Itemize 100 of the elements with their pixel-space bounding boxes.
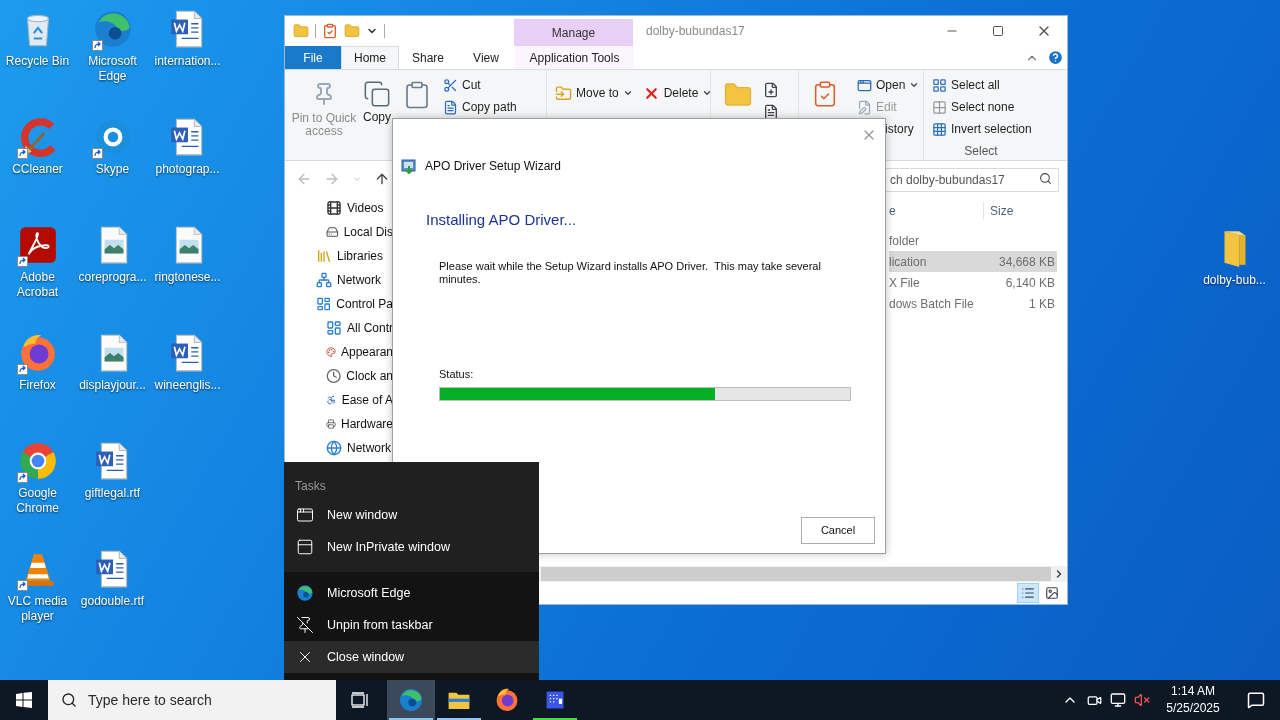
desktop-icon-label[interactable]: dolby-bub...	[1197, 273, 1272, 288]
clock-icon	[326, 368, 342, 384]
network-icon[interactable]	[1110, 692, 1126, 708]
nav-item[interactable]: All Contr	[347, 319, 393, 337]
hard-drive-icon	[326, 224, 339, 240]
control-panel-icon	[326, 320, 342, 336]
desktop-icon-label[interactable]: giftlegal.rtf	[75, 486, 150, 501]
window-icon	[296, 506, 314, 524]
wave-logo-icon	[296, 584, 314, 602]
column-header[interactable]: Size	[984, 202, 1014, 220]
table-cell-text: folder	[889, 232, 921, 250]
taskbar-app[interactable]	[387, 680, 435, 720]
group-label: Select	[963, 143, 999, 160]
file-row[interactable]: X File 6,140 KB	[889, 272, 1057, 293]
nav-item[interactable]: Libraries	[337, 247, 384, 265]
table-cell-text: 6,140 KB	[1004, 274, 1056, 292]
ribbon-command[interactable]: Select all	[930, 74, 1044, 96]
table-cell-text: X File	[889, 274, 921, 292]
open-icon	[857, 77, 872, 93]
section-header: Tasks	[294, 478, 327, 494]
copy-icon	[363, 80, 391, 108]
edit-icon	[857, 99, 872, 115]
wave-logo-icon	[398, 687, 424, 713]
menu-item[interactable]: Microsoft Edge	[284, 577, 539, 609]
cancel-button[interactable]: Cancel	[801, 517, 875, 544]
running-indicator	[533, 718, 577, 720]
ribbon-command[interactable]: Delete	[640, 82, 715, 104]
film-icon	[326, 200, 342, 216]
table-cell-text: 1 KB	[1028, 295, 1056, 313]
nav-item[interactable]: Network	[347, 439, 391, 457]
nav-item[interactable]: Local Dis	[343, 223, 393, 241]
control-panel-icon	[316, 296, 332, 312]
clock[interactable]: 1:14 AM 5/25/2025	[1154, 683, 1232, 717]
context-tab-header: Manage	[514, 19, 633, 46]
scissors-icon	[443, 77, 458, 93]
private-window-icon	[296, 538, 314, 556]
nav-item[interactable]: Network	[337, 271, 381, 289]
image-icon	[1045, 586, 1059, 600]
ribbon-command[interactable]: istory	[883, 118, 916, 140]
desktop-icon-label[interactable]: displayjour...	[75, 378, 150, 393]
help-icon[interactable]	[1047, 49, 1064, 66]
table-cell-text: 34,668 KB	[997, 253, 1056, 271]
properties-icon[interactable]	[322, 23, 338, 39]
new-item-icon[interactable]	[763, 82, 779, 98]
palette-icon	[326, 344, 336, 360]
muted-volume-icon[interactable]	[1134, 692, 1150, 708]
file-row[interactable]: lication 34,668 KB	[889, 251, 1057, 272]
desktop-icon-label[interactable]: wineenglis...	[150, 378, 225, 393]
easy-access-icon[interactable]	[763, 104, 779, 120]
desktop-icon-label[interactable]: Google Chrome	[0, 486, 75, 516]
search-icon	[1039, 171, 1052, 185]
ribbon-tab[interactable]: File	[285, 46, 341, 69]
ribbon-command[interactable]: Copy path	[441, 96, 519, 118]
status-label: Status:	[439, 366, 475, 382]
printer-icon	[326, 416, 336, 432]
nav-item[interactable]: Appearan	[340, 343, 393, 361]
nav-item[interactable]: Control Pa	[336, 295, 393, 313]
ribbon-tab[interactable]: View	[457, 46, 515, 69]
ribbon-tab[interactable]: Application Tools	[515, 46, 634, 69]
notifications-icon[interactable]	[1247, 691, 1265, 709]
menu-item[interactable]: New window	[284, 499, 539, 531]
ribbon-command[interactable]: Move to	[553, 82, 635, 104]
table-cell-text: dows Batch File	[889, 295, 975, 313]
ribbon-command[interactable]: Select none	[930, 96, 1044, 118]
desktop-icon-label[interactable]: godouble.rtf	[75, 594, 150, 609]
accessibility-icon	[326, 392, 337, 408]
ribbon-command[interactable]: Open	[855, 74, 922, 96]
window-title: dolby-bubundas17	[646, 23, 745, 40]
menu-item[interactable]: Close window	[284, 641, 539, 673]
ribbon-tab[interactable]: Share	[399, 46, 457, 69]
running-indicator	[389, 718, 433, 720]
ribbon-large-command[interactable]: Copy	[359, 70, 395, 160]
desktop-icon-label[interactable]: VLC media player	[0, 594, 75, 624]
column-header[interactable]: e	[889, 202, 984, 220]
menu-item[interactable]: Unpin from taskbar	[284, 609, 539, 641]
caret-icon	[622, 88, 633, 98]
nav-item[interactable]: Hardware	[340, 415, 393, 433]
network-icon	[316, 272, 332, 288]
windows-logo-icon	[16, 692, 32, 708]
ribbon-tab[interactable]: Home	[341, 46, 399, 69]
fox-logo-icon	[494, 687, 520, 713]
menu-item[interactable]: New InPrivate window	[284, 531, 539, 563]
nav-item[interactable]: Clock an	[346, 367, 393, 385]
file-row[interactable]: dows Batch File 1 KB	[889, 293, 1057, 314]
ribbon-command[interactable]: Cut	[441, 74, 519, 96]
nav-item[interactable]: Videos	[347, 199, 384, 217]
view-button[interactable]	[1017, 583, 1039, 603]
scrollbar-thumb[interactable]	[541, 567, 1051, 581]
nav-item[interactable]: Ease of A	[341, 391, 393, 409]
move-folder-icon	[555, 84, 572, 102]
search-box[interactable]: Type here to search	[48, 680, 336, 720]
ribbon-command[interactable]: Invert selection	[930, 118, 1044, 140]
file-row[interactable]: folder	[889, 230, 1057, 251]
running-indicator	[437, 718, 481, 720]
desktop-icon-label[interactable]: ringtonese...	[150, 270, 225, 285]
caret-icon	[909, 80, 920, 90]
library-icon	[316, 248, 332, 264]
caret-icon	[702, 88, 713, 98]
maximize-icon	[992, 25, 1004, 37]
list-icon	[1021, 586, 1035, 600]
